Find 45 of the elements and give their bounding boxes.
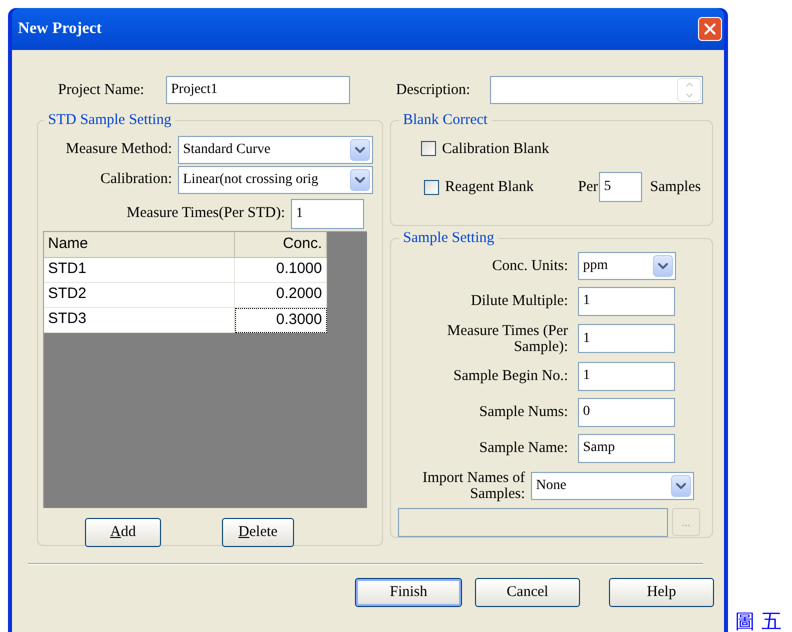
window-title: New Project bbox=[18, 19, 102, 39]
field-label: Sample Name: bbox=[479, 440, 568, 456]
samples-label: Samples bbox=[650, 178, 701, 197]
figure-caption: 圖 五 bbox=[735, 610, 782, 632]
dropdown[interactable]: ppm bbox=[578, 252, 676, 280]
dialog-button[interactable]: Cancel bbox=[475, 578, 580, 607]
per-samples-field[interactable]: 5 bbox=[599, 172, 642, 202]
input-field[interactable]: 1 bbox=[578, 362, 675, 390]
field-label: Project Name: bbox=[58, 80, 146, 100]
project-name-field[interactable]: Project1 bbox=[166, 76, 350, 104]
checkbox[interactable] bbox=[424, 180, 439, 194]
field-label: Measure Method: bbox=[64, 140, 172, 160]
action-button[interactable]: Add bbox=[85, 518, 161, 546]
group-title: Blank Correct bbox=[402, 111, 489, 130]
checkbox-label: Calibration Blank bbox=[442, 140, 550, 158]
field-label: Calibration: bbox=[99, 170, 172, 190]
checkbox-label: Reagent Blank bbox=[445, 178, 534, 197]
field-label: Description: bbox=[396, 80, 472, 100]
dialog-button[interactable]: Finish bbox=[355, 578, 462, 607]
dropdown[interactable]: Standard Curve bbox=[178, 136, 373, 164]
per-label: Per bbox=[578, 178, 598, 197]
group-title: STD Sample Setting bbox=[47, 111, 172, 130]
measure-times-field[interactable]: 1 bbox=[291, 198, 364, 228]
field-label: Sample Begin No.: bbox=[453, 368, 568, 384]
dropdown[interactable]: None bbox=[531, 472, 694, 500]
checkbox[interactable] bbox=[421, 141, 436, 156]
input-field[interactable]: 1 bbox=[578, 286, 675, 316]
group-title: Sample Setting bbox=[402, 229, 496, 248]
input-field[interactable]: 0 bbox=[578, 398, 675, 426]
input-field[interactable]: 1 bbox=[578, 324, 675, 353]
field-label: Import Names of Samples: bbox=[422, 470, 525, 502]
field-label: Conc. Units: bbox=[492, 258, 568, 274]
field-label: Sample Nums: bbox=[479, 404, 568, 420]
dropdown[interactable]: Linear(not crossing orig bbox=[178, 166, 373, 194]
description-field[interactable] bbox=[490, 76, 703, 104]
dialog-button[interactable]: Help bbox=[609, 578, 714, 607]
spinner-arrows-icon bbox=[677, 78, 701, 102]
input-field[interactable]: Samp bbox=[578, 434, 675, 462]
field-label: Measure Times(Per STD): bbox=[126, 204, 285, 224]
action-button[interactable]: Delete bbox=[222, 518, 294, 546]
field-label: Measure Times (Per Sample): bbox=[446, 322, 568, 354]
table-cell[interactable]: 0.3000 bbox=[235, 308, 327, 332]
close-button[interactable] bbox=[698, 17, 722, 41]
table-cell[interactable]: STD3 bbox=[44, 308, 235, 332]
field-label: Dilute Multiple: bbox=[470, 293, 568, 309]
